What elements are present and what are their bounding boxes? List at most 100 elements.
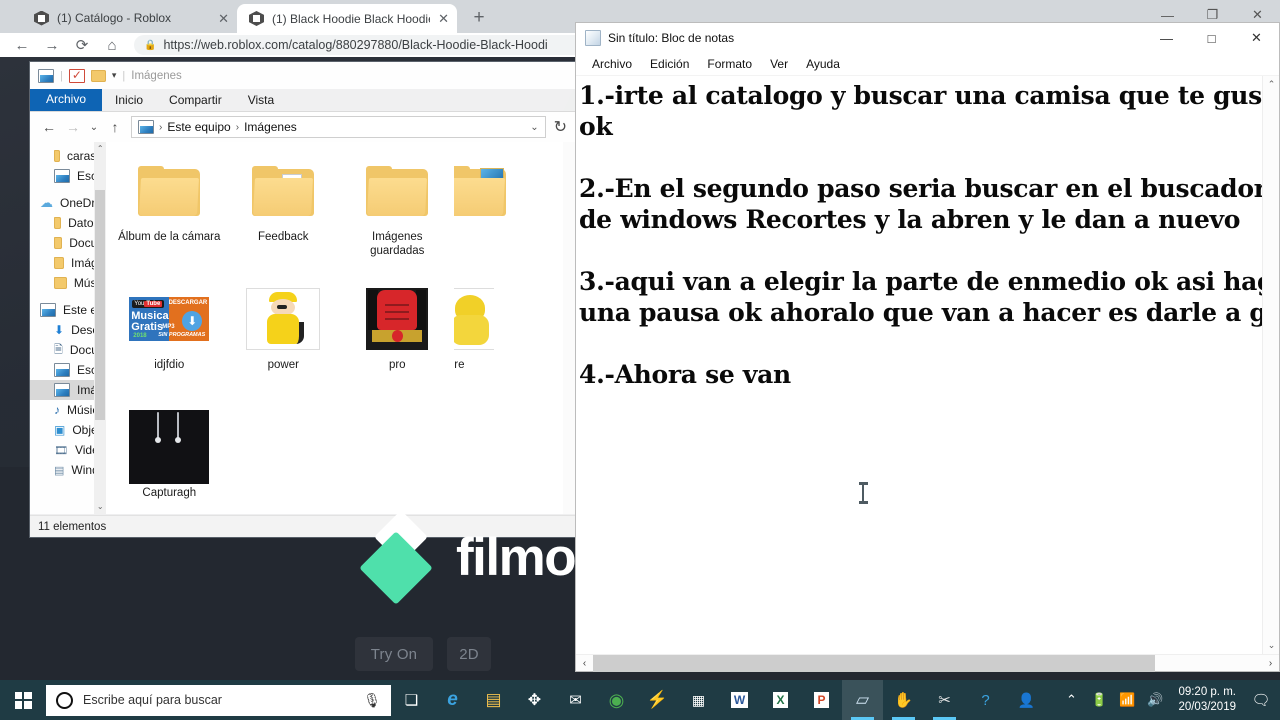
breadcrumb-imagenes[interactable]: Imágenes	[244, 120, 297, 134]
list-item[interactable]	[454, 150, 514, 278]
scrollbar-thumb[interactable]	[95, 190, 106, 420]
minimize-icon[interactable]: —	[1144, 23, 1189, 53]
home-icon[interactable]: ⌂	[98, 34, 126, 56]
battery-icon[interactable]: 🔋	[1086, 680, 1112, 720]
ribbon-tab-vista[interactable]: Vista	[235, 91, 287, 111]
roblox-icon[interactable]: ✋	[883, 680, 924, 720]
up-icon[interactable]: ↑	[104, 116, 126, 138]
wifi-icon[interactable]: 📶	[1114, 680, 1140, 720]
properties-icon[interactable]	[68, 68, 85, 83]
forward-icon[interactable]: →	[62, 116, 84, 138]
chevron-down-icon[interactable]: ▾	[112, 70, 117, 81]
close-icon[interactable]: ✕	[218, 12, 229, 25]
scroll-up-icon[interactable]: ⌃	[94, 142, 106, 156]
reload-icon[interactable]: ⟳	[68, 34, 96, 56]
search-input[interactable]: Escribe aquí para buscar 🎙	[46, 684, 391, 716]
chevron-up-icon[interactable]: ⌃	[1058, 680, 1084, 720]
microphone-icon[interactable]: 🎙	[363, 692, 381, 709]
scroll-up-icon[interactable]: ⌃	[1263, 76, 1279, 93]
ribbon-tab-inicio[interactable]: Inicio	[102, 91, 156, 111]
edge-icon[interactable]: e	[432, 680, 473, 720]
new-tab-button[interactable]: +	[468, 8, 490, 30]
menu-item-ayuda[interactable]: Ayuda	[797, 57, 849, 71]
browser-tab-black-hoodie[interactable]: (1) Black Hoodie Black Hoodie Bl ✕	[237, 4, 457, 33]
new-folder-icon[interactable]	[90, 69, 106, 82]
mail-icon[interactable]: ✉	[555, 680, 596, 720]
navigation-pane-scrollbar[interactable]: ⌃ ⌄	[94, 142, 107, 514]
folder-icon	[252, 166, 315, 216]
notification-center-icon[interactable]: 🗨	[1246, 680, 1276, 720]
list-item[interactable]: power	[226, 278, 340, 406]
text-line: 1.-irte al catalogo y buscar una camisa …	[579, 81, 1279, 110]
text-line: una pausa ok ahoralo que van a hacer es …	[579, 298, 1279, 327]
breadcrumb-este-equipo[interactable]: Este equipo	[167, 120, 230, 134]
list-item[interactable]: Imágenes guardadas	[340, 150, 454, 278]
close-icon[interactable]: ✕	[1234, 23, 1279, 53]
notepad-horizontal-scrollbar[interactable]: ‹ ›	[576, 654, 1279, 672]
notepad-icon[interactable]: ▱	[842, 680, 883, 720]
chevron-down-icon[interactable]: ⌄	[530, 122, 538, 133]
menu-item-edicion[interactable]: Edición	[641, 57, 698, 71]
scroll-left-icon[interactable]: ‹	[576, 658, 593, 669]
microsoft-store-icon[interactable]: ▦	[678, 680, 719, 720]
help-icon[interactable]: ?	[965, 680, 1006, 720]
scroll-down-icon[interactable]: ⌄	[94, 500, 106, 514]
watermark-line-2: EL PLAN GRATIS DE FILMORA	[664, 561, 905, 578]
tab-title: (1) Catálogo - Roblox	[57, 11, 172, 25]
snipping-tool-icon[interactable]: ✂	[924, 680, 965, 720]
view-2d-button[interactable]: 2D	[447, 637, 491, 671]
clock-time: 09:20 p. m.	[1178, 686, 1236, 698]
task-view-icon[interactable]: ❏	[391, 680, 432, 720]
file-list-scrollbar[interactable]	[563, 142, 575, 514]
folder-icon	[54, 217, 62, 229]
clock[interactable]: 09:20 p. m. 20/03/2019	[1170, 685, 1244, 715]
list-item[interactable]: Feedback	[226, 150, 340, 278]
word-icon[interactable]: W	[719, 680, 760, 720]
folder-icon	[138, 166, 201, 216]
powerpoint-icon[interactable]: P	[801, 680, 842, 720]
volume-icon[interactable]: 🔊	[1142, 680, 1168, 720]
recent-locations-icon[interactable]: ⌄	[86, 116, 102, 138]
explorer-title: Imágenes	[131, 69, 182, 82]
search-placeholder: Escribe aquí para buscar	[83, 693, 222, 707]
chrome-icon[interactable]: ◉	[596, 680, 637, 720]
menu-item-ver[interactable]: Ver	[761, 57, 797, 71]
start-button[interactable]	[0, 680, 46, 720]
scroll-right-icon[interactable]: ›	[1262, 658, 1279, 669]
excel-icon[interactable]: X	[760, 680, 801, 720]
skype-icon[interactable]: ⚡	[637, 680, 678, 720]
scrollbar-thumb[interactable]	[593, 654, 1155, 672]
close-icon[interactable]: ✕	[438, 12, 449, 25]
filmora-watermark: filmora9 CREADO CON EL PLAN GRATIS DE FI…	[359, 510, 905, 605]
menu-item-archivo[interactable]: Archivo	[583, 57, 641, 71]
forward-icon[interactable]: →	[38, 34, 66, 56]
back-icon[interactable]: ←	[38, 116, 60, 138]
file-explorer-icon[interactable]: ▤	[473, 680, 514, 720]
list-item[interactable]: re	[454, 278, 495, 406]
refresh-icon[interactable]: ↻	[554, 117, 567, 137]
try-on-button[interactable]: Try On	[355, 637, 433, 671]
downloads-icon: ⬇	[54, 323, 65, 337]
people-icon[interactable]: 👤	[1006, 680, 1047, 720]
notepad-vertical-scrollbar[interactable]: ⌃ ⌄	[1262, 76, 1279, 654]
file-name: power	[267, 359, 299, 371]
list-item[interactable]: You Tube Musica Gratis 2018 MP3 DESCARGAR…	[112, 278, 226, 406]
notepad-title-bar[interactable]: Sin título: Bloc de notas — □ ✕	[576, 23, 1279, 53]
ribbon-tab-compartir[interactable]: Compartir	[156, 91, 235, 111]
browser-tab-catalogo[interactable]: (1) Catálogo - Roblox ✕	[22, 3, 237, 33]
file-name: re	[454, 359, 465, 371]
notepad-menu-bar: Archivo Edición Formato Ver Ayuda	[576, 53, 1279, 75]
scroll-down-icon[interactable]: ⌄	[1263, 637, 1279, 654]
file-thumbnail	[246, 288, 321, 350]
menu-item-formato[interactable]: Formato	[698, 57, 761, 71]
breadcrumb[interactable]: › Este equipo › Imágenes ⌄	[131, 116, 546, 138]
windows-logo-icon	[14, 691, 32, 709]
list-item[interactable]: Álbum de la cámara	[112, 150, 226, 278]
divider: |	[122, 69, 126, 82]
dropbox-icon[interactable]: ✥	[514, 680, 555, 720]
maximize-icon[interactable]: □	[1189, 23, 1234, 53]
list-item[interactable]: pro	[340, 278, 454, 406]
back-icon[interactable]: ←	[8, 34, 36, 56]
desktop-icon	[54, 169, 70, 183]
ribbon-tab-archivo[interactable]: Archivo	[30, 89, 103, 111]
